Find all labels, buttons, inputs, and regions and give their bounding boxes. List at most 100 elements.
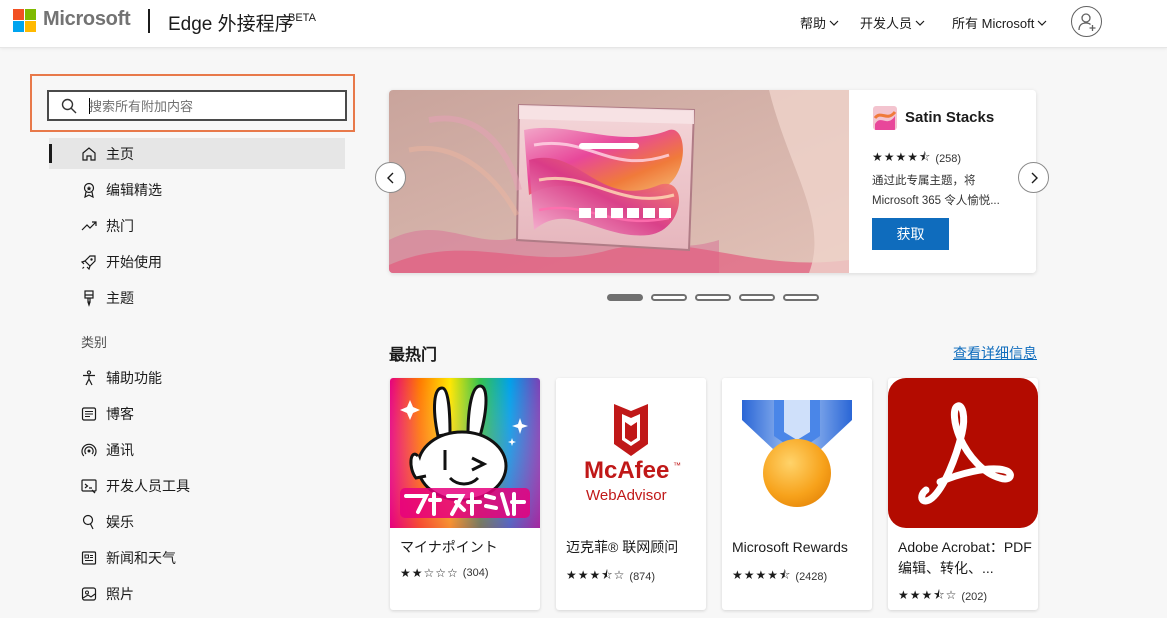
selected-indicator (49, 144, 52, 163)
featured-info-panel: Satin Stacks ★★★★⯪ (258) 通过此专属主题，将 Micro… (849, 90, 1036, 273)
rating-count: (874) (629, 570, 656, 583)
rating-count: (258) (935, 152, 962, 165)
blog-icon (81, 407, 97, 421)
add-user-icon (1077, 12, 1095, 31)
card-rating: ★★☆☆☆ (304) (400, 566, 488, 580)
chevron-right-icon (1031, 172, 1038, 183)
satin-stacks-icon (873, 106, 897, 130)
extension-card-adobe-acrobat[interactable]: Adobe Acrobat：PDF 编辑、转化、... ★★★⯪☆ (202) (888, 378, 1038, 610)
home-icon (82, 147, 96, 161)
sidebar-item-news-weather[interactable]: 新闻和天气 (80, 546, 176, 570)
mcafee-subtitle: WebAdvisor (586, 487, 667, 504)
featured-title[interactable]: Satin Stacks (905, 109, 994, 126)
award-icon (83, 182, 95, 199)
microsoft-logo-icon[interactable] (13, 9, 36, 32)
sidebar-item-trending[interactable]: 热门 (80, 214, 134, 238)
sidebar-item-label: 主页 (106, 146, 134, 162)
rating-stars: ★★☆☆☆ (400, 566, 459, 580)
entertainment-icon (82, 514, 94, 530)
mynapoint-icon (390, 378, 540, 528)
mcafee-icon: McAfee ™ WebAdvisor (556, 378, 706, 528)
carousel-next-button[interactable] (1018, 162, 1049, 193)
sidebar-item-themes[interactable]: 主题 (80, 286, 134, 310)
chevron-down-icon (829, 20, 839, 26)
rating-count: (304) (462, 567, 489, 579)
sidebar-item-home[interactable]: 主页 (80, 142, 134, 166)
sidebar-item-label: 博客 (106, 406, 134, 422)
search-input[interactable] (89, 97, 339, 115)
sidebar-item-label: 新闻和天气 (106, 550, 176, 566)
sidebar-item-label: 照片 (106, 586, 134, 602)
sidebar-item-editors-picks[interactable]: 编辑精选 (80, 178, 162, 202)
extension-card-mynapoint[interactable]: マイナポイント ★★☆☆☆ (304) (390, 378, 540, 610)
carousel-prev-button[interactable] (375, 162, 406, 193)
app-title[interactable]: Edge 外接程序 (168, 9, 294, 36)
carousel-pagination (607, 294, 819, 301)
category-heading: 类别 (81, 335, 108, 350)
nav-all-microsoft[interactable]: 所有 Microsoft (952, 13, 1048, 32)
nav-help-label: 帮助 (800, 16, 827, 31)
chevron-down-icon (1037, 20, 1047, 26)
account-avatar[interactable] (1071, 6, 1102, 37)
search-icon (61, 98, 77, 114)
card-rating: ★★★★⯪ (2428) (732, 566, 827, 587)
extension-card-microsoft-rewards[interactable]: Microsoft Rewards ★★★★⯪ (2428) (722, 378, 872, 610)
beta-badge: BETA (288, 12, 316, 24)
featured-description: 通过此专属主题，将 Microsoft 365 令人愉悦... (872, 175, 1000, 207)
rating-count: (202) (961, 590, 988, 603)
mcafee-trademark: ™ (673, 461, 681, 470)
photo-icon (81, 587, 97, 601)
news-icon (81, 551, 97, 565)
acrobat-icon (888, 378, 1038, 528)
brand-name[interactable]: Microsoft (43, 8, 131, 31)
chevron-down-icon (915, 20, 925, 26)
sidebar-item-accessibility[interactable]: 辅助功能 (80, 366, 162, 390)
rating-stars: ★★★⯪☆ (566, 568, 626, 582)
card-rating: ★★★⯪☆ (874) (566, 566, 655, 587)
rewards-medal-icon (722, 378, 872, 528)
rating-stars: ★★★⯪☆ (898, 588, 958, 602)
featured-carousel[interactable]: Satin Stacks ★★★★⯪ (258) 通过此专属主题，将 Micro… (389, 90, 1036, 273)
card-title: Adobe Acrobat：PDF 编辑、转化、... (898, 539, 1032, 576)
carousel-dot-5[interactable] (783, 294, 819, 301)
sidebar-item-developer-tools[interactable]: 开发人员工具 (80, 474, 190, 498)
extension-card-mcafee[interactable]: McAfee ™ WebAdvisor 迈克菲® 联网顾问 ★★★⯪☆ (874… (556, 378, 706, 610)
rating-stars: ★★★★⯪ (732, 568, 792, 582)
header-divider (148, 9, 150, 33)
sidebar-item-blogs[interactable]: 博客 (80, 402, 134, 426)
card-title: Microsoft Rewards (732, 539, 848, 555)
brush-icon (84, 290, 94, 307)
card-rating: ★★★⯪☆ (202) (898, 586, 987, 607)
sidebar-item-label: 编辑精选 (106, 182, 162, 198)
nav-all-microsoft-label: 所有 Microsoft (952, 16, 1035, 31)
rating-count: (2428) (795, 570, 828, 583)
sidebar-item-label: 辅助功能 (106, 370, 162, 386)
sidebar-item-label: 热门 (106, 218, 134, 234)
dev-tools-icon (81, 479, 97, 494)
top-header: Microsoft Edge 外接程序 BETA 帮助 开发人员 所有 Micr… (0, 0, 1167, 48)
chevron-left-icon (386, 172, 393, 183)
nav-developers-label: 开发人员 (860, 16, 913, 31)
carousel-dot-1[interactable] (607, 294, 643, 301)
see-details-link[interactable]: 查看详细信息 (953, 343, 1037, 363)
rocket-icon (80, 255, 96, 271)
nav-help[interactable]: 帮助 (800, 13, 840, 32)
search-field[interactable] (47, 90, 347, 121)
sidebar-item-get-started[interactable]: 开始使用 (80, 250, 162, 274)
carousel-dot-3[interactable] (695, 294, 731, 301)
rating-stars: ★★★★⯪ (872, 150, 932, 164)
carousel-dot-2[interactable] (651, 294, 687, 301)
sidebar-item-entertainment[interactable]: 娱乐 (80, 510, 134, 534)
carousel-dot-4[interactable] (739, 294, 775, 301)
get-button[interactable]: 获取 (872, 218, 949, 250)
sidebar-item-label: 娱乐 (106, 514, 134, 530)
card-title: 迈克菲® 联网顾问 (566, 539, 679, 555)
sidebar-item-label: 主题 (106, 290, 134, 306)
accessibility-icon (83, 370, 95, 386)
sidebar-item-label: 通讯 (106, 442, 134, 458)
sidebar-item-photos[interactable]: 照片 (80, 582, 134, 606)
nav-developers[interactable]: 开发人员 (860, 13, 926, 32)
featured-rating: ★★★★⯪ (258) (872, 148, 961, 169)
mcafee-logo-text: McAfee (584, 457, 669, 484)
sidebar-item-communication[interactable]: 通讯 (80, 438, 134, 462)
